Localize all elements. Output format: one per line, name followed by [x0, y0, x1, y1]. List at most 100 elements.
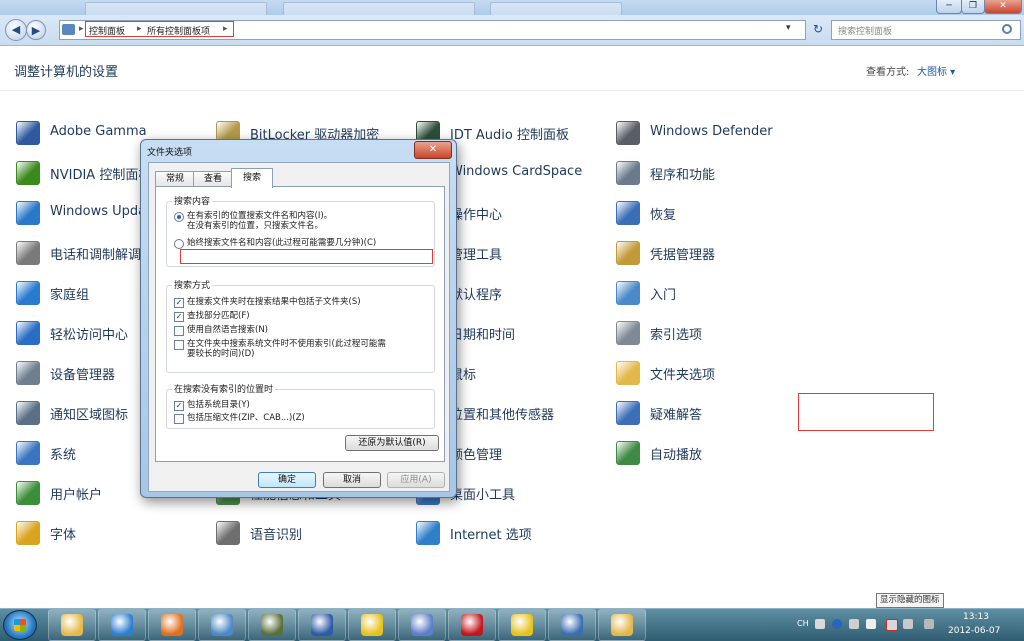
item-label: 日期和时间 [450, 328, 516, 343]
close-icon: ✕ [428, 144, 438, 155]
window-title-bar[interactable]: ─ ❐ ✕ [0, 0, 1024, 16]
control-panel-item[interactable]: 疑难解答 [616, 400, 806, 425]
item-label: 家庭组 [50, 288, 90, 303]
taskbar-app-button[interactable] [148, 609, 196, 641]
option-label: 在文件夹中搜索系统文件时不使用索引(此过程可能需 [187, 339, 386, 349]
taskbar-app-button[interactable] [298, 609, 346, 641]
ok-button[interactable]: 确定 [258, 472, 316, 488]
taskbar-app-button[interactable] [348, 609, 396, 641]
control-panel-item[interactable]: Internet 选项 [416, 520, 606, 545]
indexing-options-icon [616, 321, 640, 345]
minimize-icon: ─ [946, 1, 952, 11]
item-label: 操作中心 [450, 208, 503, 223]
search-box[interactable]: 搜索控制面板 [831, 20, 1021, 40]
clock-date[interactable]: 2012-06-07 [948, 626, 1000, 636]
background-tab[interactable] [283, 2, 475, 16]
control-panel-item[interactable]: 自动播放 [616, 440, 806, 465]
taskbar-app-button[interactable] [198, 609, 246, 641]
control-panel-item[interactable]: 程序和功能 [616, 160, 806, 185]
network-icon[interactable] [886, 619, 898, 631]
taskbar-app-button[interactable] [498, 609, 546, 641]
checkmark-icon: ✓ [175, 298, 183, 307]
control-panel-item[interactable]: 入门 [616, 280, 806, 305]
item-label: 轻松访问中心 [50, 328, 129, 343]
language-indicator[interactable]: CH [797, 619, 809, 628]
tray-icon[interactable] [866, 619, 876, 629]
breadcrumb-separator: ▸ [79, 24, 84, 34]
help-app-2-icon [511, 614, 533, 636]
control-panel-item[interactable]: 凭据管理器 [616, 240, 806, 265]
tab-general[interactable]: 常规 [155, 171, 195, 187]
clock-time[interactable]: 13:13 [963, 612, 989, 622]
volume-icon[interactable] [924, 619, 934, 629]
item-label: NVIDIA 控制面板 [50, 168, 152, 183]
selected-item-highlight [798, 393, 934, 431]
action-center-tray-icon[interactable] [903, 619, 913, 629]
item-label: 字体 [50, 528, 77, 543]
item-label: 文件夹选项 [650, 368, 716, 383]
taskbar-app-button[interactable] [48, 609, 96, 641]
control-panel-item[interactable]: Windows Defender [616, 120, 806, 145]
checkmark-icon: ✓ [175, 312, 183, 321]
taskbar-app-button[interactable] [448, 609, 496, 641]
control-panel-item[interactable]: 恢复 [616, 200, 806, 225]
taskbar-app-button[interactable] [98, 609, 146, 641]
checkbox-include-subfolders[interactable]: ✓ [174, 298, 184, 308]
item-label: 用户帐户 [50, 488, 103, 503]
checkbox-no-index-system-files[interactable] [174, 340, 184, 350]
help-app-icon [361, 614, 383, 636]
checkbox-partial-match[interactable]: ✓ [174, 312, 184, 322]
tab-view[interactable]: 查看 [193, 171, 233, 187]
radio-indexed-search[interactable] [174, 212, 184, 222]
restore-defaults-button[interactable]: 还原为默认值(R) [345, 435, 439, 451]
recovery-icon [616, 201, 640, 225]
background-tab[interactable] [490, 2, 622, 16]
group-title: 搜索方式 [172, 278, 213, 291]
credential-manager-icon [616, 241, 640, 265]
minimize-button[interactable]: ─ [936, 0, 962, 14]
item-label: 恢复 [650, 208, 677, 223]
radio-always-search-content[interactable] [174, 239, 184, 249]
ie-icon [111, 614, 133, 636]
device-manager-icon [16, 361, 40, 385]
view-by-dropdown[interactable]: 大图标 ▾ [917, 63, 955, 78]
checkbox-natural-language[interactable] [174, 326, 184, 336]
control-panel-item[interactable]: 字体 [16, 520, 206, 545]
tab-label: 搜索 [242, 173, 261, 183]
dialog-close-button[interactable]: ✕ [414, 141, 452, 159]
cancel-button[interactable]: 取消 [323, 472, 381, 488]
forward-button[interactable]: ▶ [26, 20, 46, 40]
getting-started-icon [616, 281, 640, 305]
control-panel-item[interactable]: 语音识别 [216, 520, 406, 545]
taskbar-app-button[interactable] [248, 609, 296, 641]
keyboard-icon[interactable] [815, 619, 825, 629]
item-label: 凭据管理器 [650, 248, 716, 263]
taskbar-app-button[interactable] [398, 609, 446, 641]
adobe-gamma-icon [16, 121, 40, 145]
start-button[interactable] [3, 610, 37, 640]
windows-logo-icon [14, 619, 26, 631]
help-icon[interactable] [832, 619, 842, 629]
refresh-button[interactable]: ↻ [809, 20, 827, 38]
back-button[interactable]: ◀ [5, 19, 27, 41]
option-label: 使用自然语言搜索(N) [187, 325, 268, 335]
background-tab[interactable] [85, 2, 267, 16]
option-label: 在有索引的位置搜索文件名和内容(I)。 [187, 211, 333, 221]
close-button[interactable]: ✕ [984, 0, 1022, 14]
control-panel-item[interactable]: 索引选项 [616, 320, 806, 345]
option-label: 在没有索引的位置，只搜索文件名。 [187, 221, 324, 231]
checkbox-include-system-dirs[interactable]: ✓ [174, 401, 184, 411]
checkbox-include-compressed[interactable] [174, 414, 184, 424]
taskbar-app-button[interactable] [598, 609, 646, 641]
restore-button[interactable]: ❐ [961, 0, 985, 14]
search-icon[interactable] [1002, 24, 1012, 34]
ime-icon[interactable] [849, 619, 859, 629]
tab-label: 查看 [203, 174, 222, 184]
control-panel-item[interactable]: 文件夹选项 [616, 360, 806, 385]
tab-search[interactable]: 搜索 [231, 168, 273, 188]
filezilla-icon [461, 614, 483, 636]
option-label: 在搜索文件夹时在搜索结果中包括子文件夹(S) [187, 297, 361, 307]
address-dropdown-icon[interactable]: ▾ [786, 23, 791, 33]
apply-button[interactable]: 应用(A) [387, 472, 445, 488]
taskbar-app-button[interactable] [548, 609, 596, 641]
